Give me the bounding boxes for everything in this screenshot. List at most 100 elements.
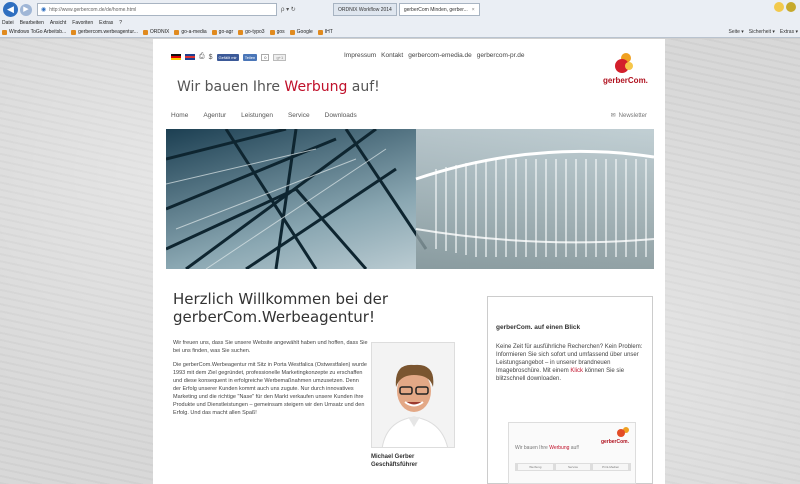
favorite-icon	[269, 29, 275, 35]
german-flag-icon[interactable]	[171, 54, 181, 60]
favorite-item[interactable]: gos	[269, 29, 285, 35]
window-controls	[774, 2, 796, 12]
dollar-icon[interactable]: $	[209, 54, 213, 61]
portrait-photo	[371, 342, 455, 448]
intro-text: Wir freuen uns, dass Sie unsere Website …	[173, 339, 368, 423]
portrait-image	[372, 343, 454, 447]
favorite-icon	[211, 29, 217, 35]
like-count: 0	[261, 53, 270, 61]
close-icon[interactable]: ×	[472, 7, 475, 13]
favorite-item[interactable]: go-typo3	[238, 29, 265, 35]
site-icon: ◉	[41, 7, 47, 13]
download-link[interactable]: Klick	[570, 368, 583, 374]
security-menu[interactable]: Sicherheit ▾	[749, 29, 775, 35]
favorite-icon	[2, 29, 7, 35]
command-bar: Seite ▾ Sicherheit ▾ Extras ▾	[728, 29, 798, 35]
page-menu[interactable]: Seite ▾	[728, 29, 743, 35]
address-bar[interactable]: ◉ http://www.gerbercom.de/de/home.html	[37, 3, 277, 16]
google-plus-button[interactable]: g+1	[273, 53, 287, 61]
favorite-item[interactable]: Windows ToGo Arbeitsb...	[2, 29, 66, 35]
person-name: Michael Gerber	[371, 454, 415, 460]
print-icon[interactable]: ⎙	[199, 53, 205, 61]
page-heading: Herzlich Willkommen bei der gerberCom.We…	[173, 290, 389, 326]
slogan-prefix: Wir bauen Ihre	[177, 79, 285, 95]
link-kontakt[interactable]: Kontakt	[381, 52, 403, 59]
facebook-like-button[interactable]: Gefällt mir	[216, 53, 239, 61]
brochure-title-highlight: Werbung	[549, 445, 570, 451]
intro-paragraph: Wir freuen uns, dass Sie unsere Website …	[173, 340, 368, 354]
favorite-icon	[142, 29, 148, 35]
mail-icon: ✉	[610, 113, 616, 119]
favorite-item[interactable]: IHT	[317, 29, 333, 35]
favorite-icon	[174, 29, 180, 35]
favorite-item[interactable]: gerbercom.werbeagentur...	[71, 29, 138, 35]
home-icon[interactable]	[774, 2, 784, 12]
architecture-image	[166, 129, 654, 269]
slogan-highlight: Werbung	[284, 79, 348, 95]
intro-paragraph: Die gerberCom.Werbeagentur mit Sitz in P…	[173, 362, 367, 416]
back-button[interactable]: ◀	[3, 2, 18, 17]
top-links: Impressum Kontakt gerbercom-emedia.de ge…	[344, 52, 525, 59]
link-pr[interactable]: gerbercom-pr.de	[477, 52, 525, 59]
favorite-item[interactable]: go-agr	[211, 29, 233, 35]
menu-item[interactable]: Ansicht	[50, 20, 66, 26]
portrait-caption: Michael Gerber Geschäftsführer	[371, 453, 417, 469]
nav-downloads[interactable]: Downloads	[325, 112, 357, 119]
brand-slogan: Wir bauen Ihre Werbung auf!	[177, 79, 380, 95]
brochure-tab: Werbung	[518, 464, 553, 470]
newsletter-label: Newsletter	[618, 112, 647, 119]
favorite-icon	[238, 29, 244, 35]
logo-text: gerberCom.	[603, 76, 648, 85]
main-nav: Home Agentur Leistungen Service Download…	[171, 112, 357, 119]
brochure-preview[interactable]: Wir bauen Ihre Werbung auf! gerberCom. W…	[508, 422, 636, 484]
favorite-icon	[71, 29, 77, 35]
tab-ordnix[interactable]: ORDNIX Workflow 2014	[333, 3, 397, 16]
tools-menu[interactable]: Extras ▾	[780, 29, 798, 35]
gerbercom-logo[interactable]: gerberCom.	[603, 53, 648, 93]
menu-item[interactable]: Datei	[2, 20, 14, 26]
brochure-title-suffix: auf!	[569, 445, 580, 451]
tab-label: ORDNIX Workflow 2014	[338, 6, 392, 13]
nav-agentur[interactable]: Agentur	[203, 112, 226, 119]
brochure-title-prefix: Wir bauen Ihre	[515, 445, 550, 451]
info-box: gerberCom. auf einen Blick Keine Zeit fü…	[487, 296, 653, 484]
menu-bar: Datei Bearbeiten Ansicht Favoriten Extra…	[2, 20, 122, 26]
info-box-title: gerberCom. auf einen Blick	[496, 324, 581, 331]
browser-nav-row: ◀ ▶ ◉ http://www.gerbercom.de/de/home.ht…	[0, 0, 800, 19]
favorite-item[interactable]: Google	[289, 29, 313, 35]
menu-item[interactable]: Favoriten	[72, 20, 93, 26]
favorites-bar: Windows ToGo Arbeitsb... gerbercom.werbe…	[2, 29, 798, 35]
link-emedia[interactable]: gerbercom-emedia.de	[408, 52, 472, 59]
browser-chrome: ◀ ▶ ◉ http://www.gerbercom.de/de/home.ht…	[0, 0, 800, 38]
slogan-suffix: auf!	[347, 79, 380, 95]
address-controls[interactable]: ρ ▾ ↻	[281, 6, 331, 13]
website-page: ⎙ $ Gefällt mir Teilen 0 g+1 Impressum K…	[153, 39, 665, 484]
menu-item[interactable]: Extras	[99, 20, 113, 26]
favorite-item[interactable]: ORDNIX	[142, 29, 169, 35]
social-bar: ⎙ $ Gefällt mir Teilen 0 g+1	[171, 53, 287, 61]
brochure-logo: gerberCom.	[600, 439, 629, 445]
brochure-tab: Print-Medien	[593, 464, 629, 470]
share-button[interactable]: Teilen	[242, 53, 258, 61]
menu-item[interactable]: ?	[119, 20, 122, 26]
address-text: http://www.gerbercom.de/de/home.html	[49, 6, 137, 13]
info-box-text: Keine Zeit für ausführliche Recherchen? …	[496, 343, 646, 383]
favorite-icon	[289, 29, 295, 35]
star-icon[interactable]	[786, 2, 796, 12]
tab-label: gerberCom Minden, gerber...	[403, 6, 468, 13]
brochure-title: Wir bauen Ihre Werbung auf!	[515, 445, 579, 451]
nav-service[interactable]: Service	[288, 112, 310, 119]
uk-flag-icon[interactable]	[185, 54, 195, 60]
favorite-icon	[317, 29, 323, 35]
newsletter-link[interactable]: ✉ Newsletter	[610, 112, 647, 120]
brochure-logo-ball-icon	[617, 429, 625, 437]
nav-leistungen[interactable]: Leistungen	[241, 112, 273, 119]
tab-gerbercom[interactable]: gerberCom Minden, gerber... ×	[398, 3, 480, 16]
person-role: Geschäftsführer	[371, 462, 418, 468]
menu-item[interactable]: Bearbeiten	[20, 20, 44, 26]
nav-home[interactable]: Home	[171, 112, 188, 119]
link-impressum[interactable]: Impressum	[344, 52, 376, 59]
favorite-item[interactable]: go-a-media	[174, 29, 207, 35]
forward-button[interactable]: ▶	[20, 3, 32, 16]
logo-ball-icon	[625, 62, 633, 70]
